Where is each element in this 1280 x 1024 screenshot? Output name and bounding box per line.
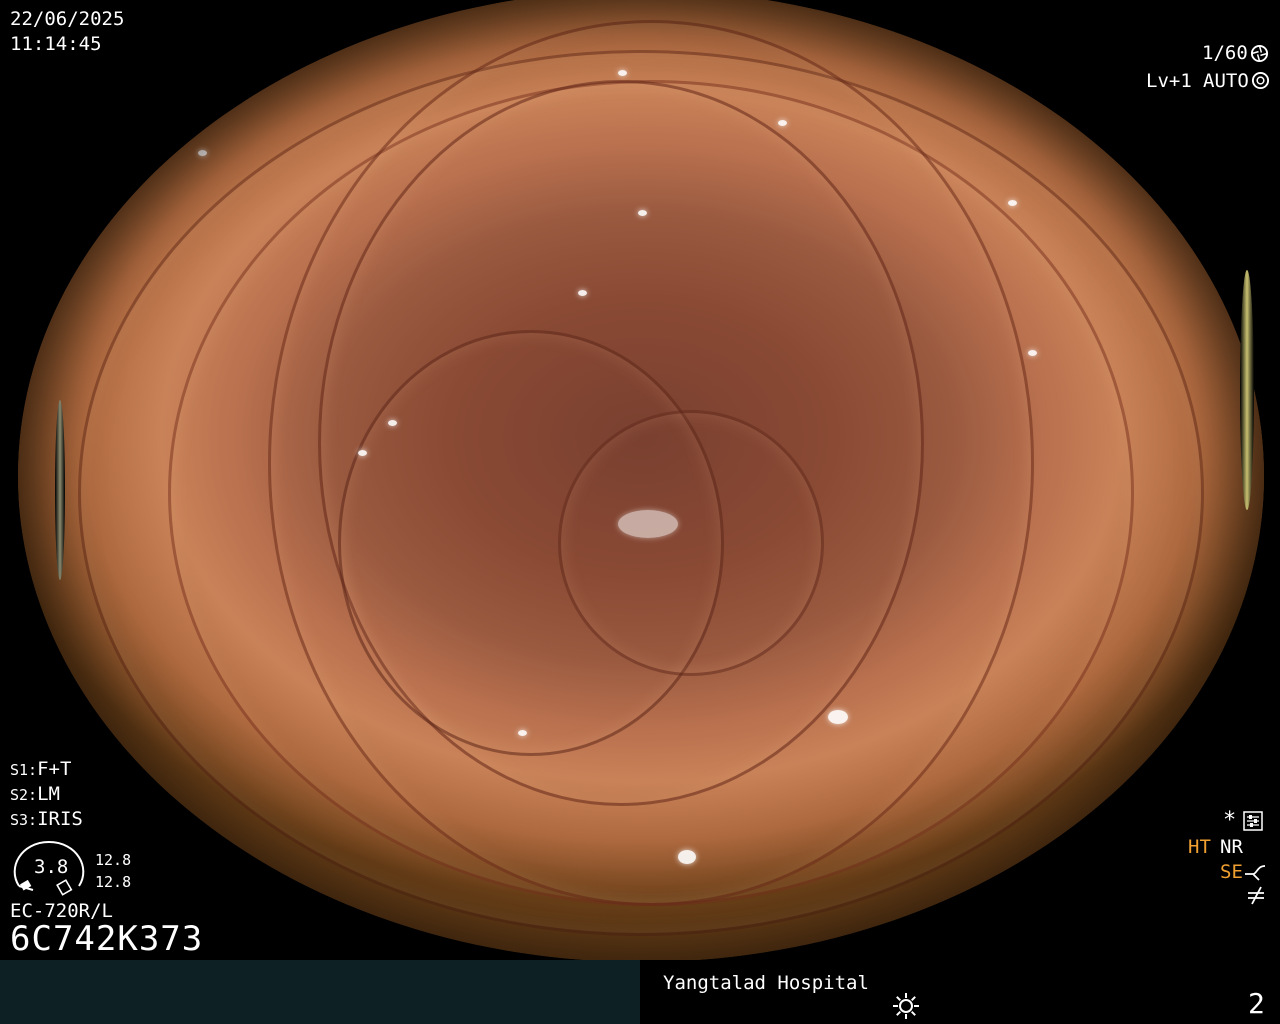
iris-icon [1251,71,1270,90]
gauge-bottom-value: 12.8 [95,873,132,891]
setting-row-s3: S3:IRIS [10,808,83,830]
light-reflection [578,290,587,296]
nr-indicator: NR [1220,836,1243,858]
light-reflection [678,850,696,864]
time-label: 11:14:45 [10,33,102,55]
shutter-label: 1/60 [1202,42,1248,64]
hospital-name: Yangtalad Hospital [663,972,869,994]
page-number: 2 [1248,987,1265,1020]
light-reflection [828,710,848,724]
level-label: Lv+1 [1146,70,1192,92]
gauge-top-value: 12.8 [95,851,132,869]
light-reflection [778,120,787,126]
curve-enhance-icon [1243,862,1267,882]
scope-rim-highlight [55,400,65,580]
aperture-icon [1250,44,1269,63]
se-indicator: SE [1220,861,1243,883]
setting-row-s2: S2:LM [10,783,60,805]
settings-sliders-icon [1243,811,1263,831]
mucosal-fold [78,50,1204,936]
footer-left-panel [0,960,640,1024]
gauge-value: 3.8 [34,856,69,878]
light-reflection [358,450,367,456]
settings-list: S1:F+T S2:LM S3:IRIS [10,758,83,833]
mucosal-fold [318,80,924,806]
endoscopy-view [18,0,1264,962]
date-label: 22/06/2025 [10,8,125,30]
light-reflection [1028,350,1037,356]
mucosal-fold [338,330,724,756]
light-reflection [388,420,397,426]
sun-icon [891,991,921,1021]
not-equal-icon [1245,885,1267,905]
light-reflection [198,150,207,156]
mode-label: AUTO [1203,70,1249,92]
light-reflection [518,730,527,736]
scope-rim-highlight [1240,270,1254,510]
light-reflection [618,70,627,76]
star-indicator: * [1223,808,1237,833]
light-reflection [638,210,647,216]
ht-indicator: HT [1188,836,1211,858]
setting-row-s1: S1:F+T [10,758,72,780]
scope-serial: 6C742K373 [10,919,204,959]
light-reflection [1008,200,1017,206]
mucosal-fold [268,20,1034,906]
light-reflection [618,510,678,538]
mucosal-fold [168,80,1134,906]
mucosal-fold [558,410,824,676]
light-reflection [238,90,247,96]
